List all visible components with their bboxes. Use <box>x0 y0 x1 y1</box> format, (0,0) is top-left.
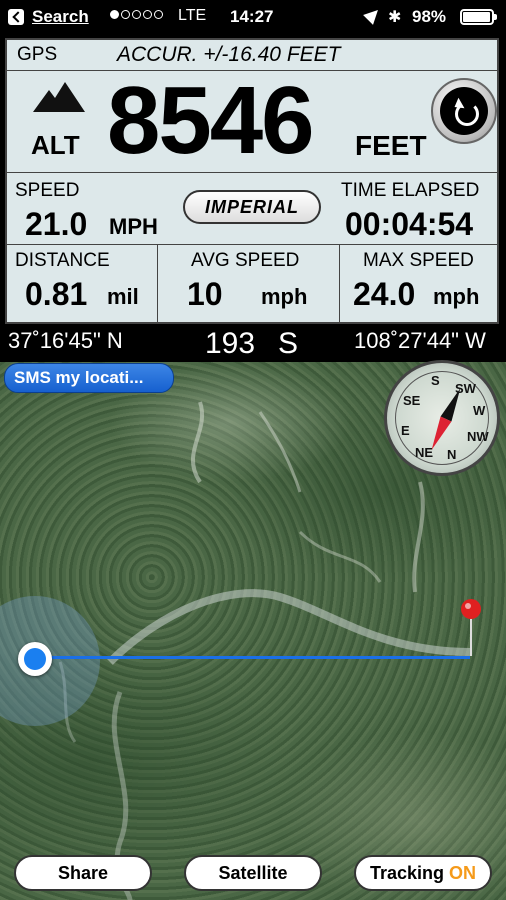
distance-unit: mil <box>107 284 139 309</box>
time-elapsed-value: 00:04:54 <box>345 206 474 242</box>
gps-label: GPS <box>17 44 58 65</box>
speed-row: SPEED 21.0 MPH IMPERIAL TIME ELAPSED 00:… <box>7 172 497 245</box>
altitude-label: ALT <box>31 130 80 160</box>
distance-value: 0.81 <box>25 276 88 312</box>
compass-label: W <box>473 403 486 418</box>
compass-label: SE <box>403 393 421 408</box>
clock: 14:27 <box>230 7 274 26</box>
back-arrow-icon[interactable] <box>8 9 24 25</box>
destination-pin-icon[interactable] <box>460 598 482 658</box>
route-line <box>36 656 470 659</box>
compass-icon: S SW W NW N NE E SE <box>384 360 500 476</box>
satellite-map-button[interactable]: Satellite <box>184 855 322 891</box>
longitude-readout: 108˚27'44" W <box>354 328 486 353</box>
back-to-search-link[interactable]: Search <box>32 7 89 27</box>
carrier-label: LTE <box>178 7 207 24</box>
tracking-state: ON <box>449 863 477 883</box>
latitude-readout: 37˚16'45" N <box>8 328 123 353</box>
avg-speed-unit: mph <box>261 284 308 309</box>
altitude-row: ALT 8546 FEET <box>7 67 497 174</box>
compass-label: E <box>401 423 410 438</box>
app-screen: Search LTE 14:27 ✱ 98% GPS ACCUR. +/-16.… <box>0 0 506 900</box>
refresh-icon <box>455 102 479 126</box>
mountain-icon <box>33 82 85 112</box>
max-speed-value: 24.0 <box>353 276 416 312</box>
battery-percentage: 98% <box>412 7 447 26</box>
status-bar: Search LTE 14:27 ✱ 98% <box>0 0 506 34</box>
gps-instrument-panel: GPS ACCUR. +/-16.40 FEET ALT 8546 FEET S… <box>5 38 499 324</box>
avg-speed-value: 10 <box>187 276 223 312</box>
compass-label: NW <box>467 429 489 444</box>
speed-value: 21.0 <box>25 206 88 242</box>
location-services-icon <box>363 5 383 25</box>
speed-unit: MPH <box>109 214 158 239</box>
reset-button[interactable] <box>431 78 497 144</box>
altitude-unit: FEET <box>355 130 427 161</box>
distance-row: DISTANCE 0.81 mil AVG SPEED 10 mph MAX S… <box>7 244 497 322</box>
heading-direction: S <box>278 327 299 360</box>
heading-degrees: 193 <box>205 327 256 360</box>
compass-label: S <box>431 373 440 388</box>
accuracy-readout: ACCUR. +/-16.40 FEET <box>117 43 341 66</box>
max-speed-label: MAX SPEED <box>363 250 474 271</box>
max-speed-unit: mph <box>433 284 480 309</box>
time-elapsed-label: TIME ELAPSED <box>341 180 480 201</box>
tracking-label: Tracking <box>369 863 444 883</box>
tracking-toggle-button[interactable]: Tracking ON <box>354 855 492 891</box>
signal-strength-icon <box>110 10 163 19</box>
share-button[interactable]: Share <box>14 855 152 891</box>
coordinate-bar: 37˚16'45" N 193 S 108˚27'44" W <box>0 325 506 362</box>
distance-label: DISTANCE <box>15 250 110 271</box>
speed-label: SPEED <box>15 180 80 201</box>
bluetooth-icon: ✱ <box>388 9 402 26</box>
battery-icon <box>460 9 497 25</box>
current-location-dot[interactable] <box>18 642 52 676</box>
altitude-value: 8546 <box>107 67 315 174</box>
units-toggle-button[interactable]: IMPERIAL <box>183 190 321 224</box>
avg-speed-label: AVG SPEED <box>191 250 300 271</box>
compass-label: N <box>447 447 457 462</box>
sms-my-location-button[interactable]: SMS my locati... <box>4 363 174 393</box>
